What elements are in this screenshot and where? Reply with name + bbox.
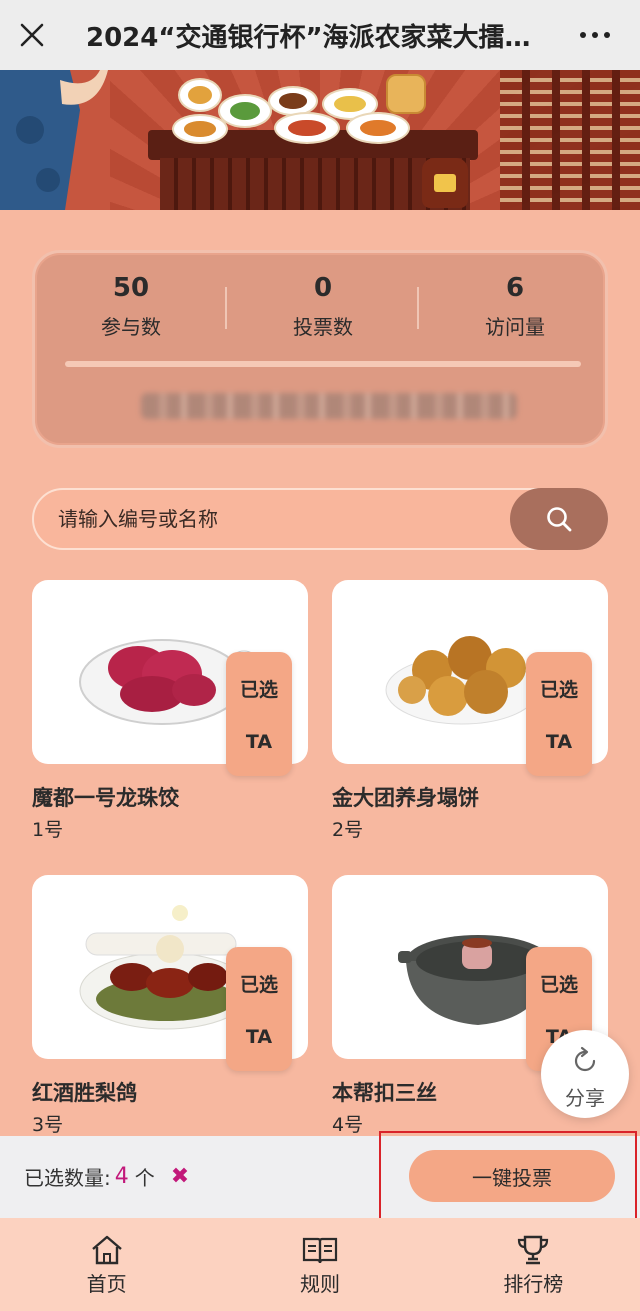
dish-card[interactable]: 已选 TA 红酒胜梨鸽 3号 bbox=[32, 875, 308, 1137]
stat-label: 访问量 bbox=[485, 315, 545, 339]
dish-number: 3号 bbox=[32, 1114, 64, 1136]
lady-illustration bbox=[0, 70, 110, 210]
selected-label: 已选 bbox=[539, 678, 578, 701]
dish-card[interactable]: 已选 TA 金大团养身塌饼 2号 bbox=[332, 580, 608, 842]
tab-home[interactable]: 首页 bbox=[0, 1218, 213, 1311]
selected-count-value: 4 bbox=[114, 1164, 129, 1189]
dish-number: 1号 bbox=[32, 819, 64, 841]
selected-badge[interactable]: 已选 TA bbox=[226, 652, 292, 776]
selected-count-label: 已选数量: bbox=[24, 1166, 111, 1190]
stat-participants: 50 参与数 bbox=[35, 271, 227, 340]
share-label: 分享 bbox=[565, 1086, 605, 1110]
selected-badge[interactable]: 已选 TA bbox=[226, 947, 292, 1071]
stats-card: 50 参与数 0 投票数 6 访问量 bbox=[32, 250, 608, 448]
wine-jar bbox=[422, 158, 468, 208]
stats-separator bbox=[65, 361, 581, 367]
book-icon bbox=[302, 1237, 338, 1264]
selected-badge[interactable]: 已选 TA bbox=[526, 652, 592, 776]
tab-leaderboard[interactable]: 排行榜 bbox=[427, 1218, 640, 1311]
tab-leaderboard-label: 排行榜 bbox=[503, 1272, 564, 1296]
share-button[interactable]: 分享 bbox=[541, 1030, 629, 1118]
close-button[interactable] bbox=[0, 0, 64, 70]
banner-steamer bbox=[386, 74, 426, 114]
selected-count-unit: 个 bbox=[134, 1166, 155, 1190]
search-icon bbox=[547, 507, 572, 532]
selected-label: 已选 bbox=[239, 973, 278, 996]
stat-label: 参与数 bbox=[101, 315, 161, 339]
dish-name: 红酒胜梨鸽 bbox=[32, 1081, 137, 1105]
stat-value: 6 bbox=[505, 273, 525, 303]
selected-label: 已选 bbox=[539, 973, 578, 996]
dish-number: 2号 bbox=[332, 819, 364, 841]
tab-home-label: 首页 bbox=[86, 1272, 127, 1296]
stat-value: 0 bbox=[313, 273, 333, 303]
bottom-tabbar: 首页 规则 排行榜 bbox=[0, 1218, 640, 1311]
tab-rules[interactable]: 规则 bbox=[213, 1218, 426, 1311]
dish-card[interactable]: 已选 TA 魔都一号龙珠饺 1号 bbox=[32, 580, 308, 842]
trophy-icon bbox=[518, 1235, 549, 1265]
search-bar bbox=[32, 488, 608, 550]
selected-count-display: 已选数量: 4 个 ✖ bbox=[24, 1162, 189, 1191]
search-button[interactable] bbox=[510, 488, 608, 550]
stat-votes: 0 投票数 bbox=[227, 271, 419, 340]
banner-dish bbox=[274, 112, 340, 144]
ta-label: TA bbox=[545, 731, 573, 754]
stat-value: 50 bbox=[112, 273, 150, 303]
banner-dish bbox=[178, 78, 222, 112]
close-icon bbox=[20, 23, 44, 47]
ta-label: TA bbox=[245, 731, 273, 754]
banner-dish bbox=[346, 112, 410, 144]
top-navbar: 2024“交通银行杯”海派农家菜大擂… bbox=[0, 0, 640, 70]
blurred-info bbox=[141, 393, 517, 419]
annotation-highlight-box bbox=[379, 1131, 637, 1221]
search-input[interactable] bbox=[58, 500, 498, 538]
ta-label: TA bbox=[245, 1026, 273, 1049]
page-title: 2024“交通银行杯”海派农家菜大擂… bbox=[86, 22, 531, 53]
banner-dish bbox=[172, 114, 228, 144]
clear-selection-button[interactable]: ✖ bbox=[171, 1164, 189, 1189]
more-icon bbox=[580, 32, 586, 38]
dish-name: 金大团养身塌饼 bbox=[332, 786, 479, 810]
dish-name: 魔都一号龙珠饺 bbox=[32, 786, 179, 810]
banner-lattice bbox=[500, 70, 640, 210]
home-icon bbox=[91, 1235, 122, 1265]
stat-label: 投票数 bbox=[293, 315, 353, 339]
selected-label: 已选 bbox=[239, 678, 278, 701]
refresh-share-icon bbox=[574, 1046, 596, 1072]
tab-rules-label: 规则 bbox=[299, 1272, 340, 1296]
stat-visits: 6 访问量 bbox=[419, 271, 611, 340]
banner-image bbox=[0, 70, 640, 210]
more-menu-button[interactable] bbox=[550, 0, 640, 70]
